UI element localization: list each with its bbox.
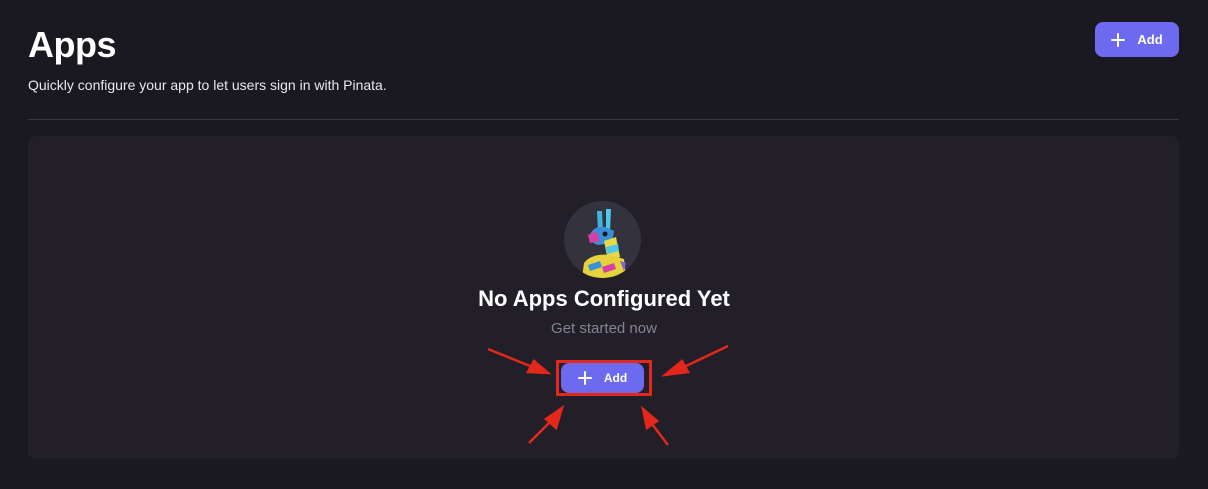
empty-state-title: No Apps Configured Yet [478, 286, 730, 311]
page-subtitle: Quickly configure your app to let users … [28, 77, 387, 93]
page-title: Apps [28, 24, 117, 65]
plus-icon [577, 371, 592, 385]
empty-state-add-label: Add [603, 371, 628, 385]
divider [28, 119, 1179, 120]
pinata-llama-icon [564, 201, 641, 278]
apps-page: Apps Quickly configure your app to let u… [0, 0, 1208, 489]
empty-state-add-button[interactable]: Add [561, 363, 644, 393]
empty-state-subtitle: Get started now [551, 320, 657, 337]
header-add-button[interactable]: Add [1095, 22, 1179, 57]
header-add-label: Add [1137, 32, 1163, 47]
plus-icon [1111, 32, 1126, 47]
